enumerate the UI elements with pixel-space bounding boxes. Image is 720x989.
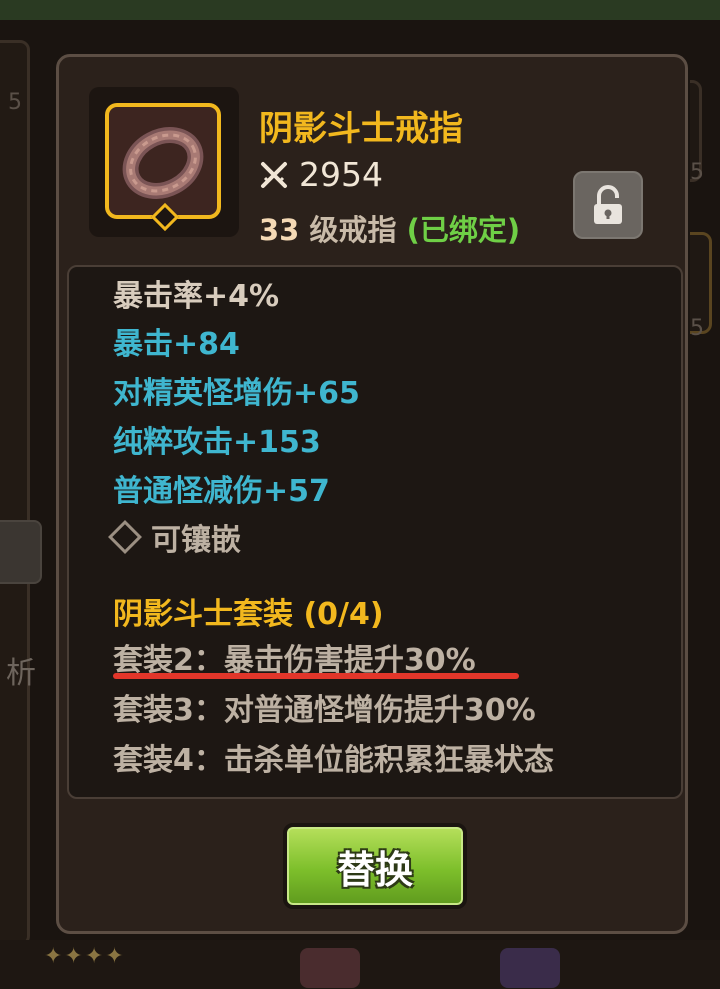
set-title: 阴影斗士套装 (0/4) [113,597,384,632]
gem-socket: 可镶嵌 [108,515,241,559]
ring-icon [122,127,204,199]
item-tooltip-panel: 阴影斗士戒指 2954 33 级戒指 (已绑定) 暴击率+4% 暴击+84 对精… [56,54,688,934]
socket-diamond-icon [108,520,142,554]
set-bonus: 套装4：击杀单位能积累狂暴状态 [113,743,554,778]
item-power-value: 2954 [299,155,383,194]
item-type: 级戒指 [309,213,397,247]
unlock-icon [594,185,622,224]
crossed-swords-icon [261,161,287,188]
sub-stat: 暴击+84 [113,327,240,362]
item-level: 33 [259,213,300,247]
lock-toggle-button[interactable] [573,171,643,239]
item-name: 阴影斗士戒指 [259,109,463,149]
sub-stat: 纯粹攻击+153 [113,425,321,460]
background-top-strip [0,0,720,20]
set-bonus: 套装3：对普通怪增伤提升30% [113,693,536,728]
background-left-panel [0,40,30,946]
sub-stat: 普通怪减伤+57 [113,474,330,509]
item-stats-box: 暴击率+4% 暴击+84 对精英怪增伤+65 纯粹攻击+153 普通怪减伤+57… [67,265,683,799]
background-slot-number: 5 [8,90,22,115]
replace-button[interactable]: 替换 [283,823,467,909]
red-underline-annotation [113,673,519,679]
item-icon-frame [89,87,239,237]
background-slot-number: 5 [690,316,704,341]
background-lock-button[interactable] [0,520,42,584]
background-slot-number: 5 [690,160,704,185]
item-level-line: 33 级戒指 (已绑定) [259,207,520,249]
item-bound-status: (已绑定) [406,213,521,247]
background-stars: ✦✦✦✦ [44,944,126,969]
socket-label: 可镶嵌 [151,523,241,558]
background-character-art [500,948,560,988]
item-power: 2954 [259,155,383,194]
item-icon-border [105,103,221,219]
background-label: 析 [6,656,36,691]
sub-stat: 对精英怪增伤+65 [113,376,360,411]
main-stat: 暴击率+4% [113,279,280,314]
background-character-art [300,948,360,988]
